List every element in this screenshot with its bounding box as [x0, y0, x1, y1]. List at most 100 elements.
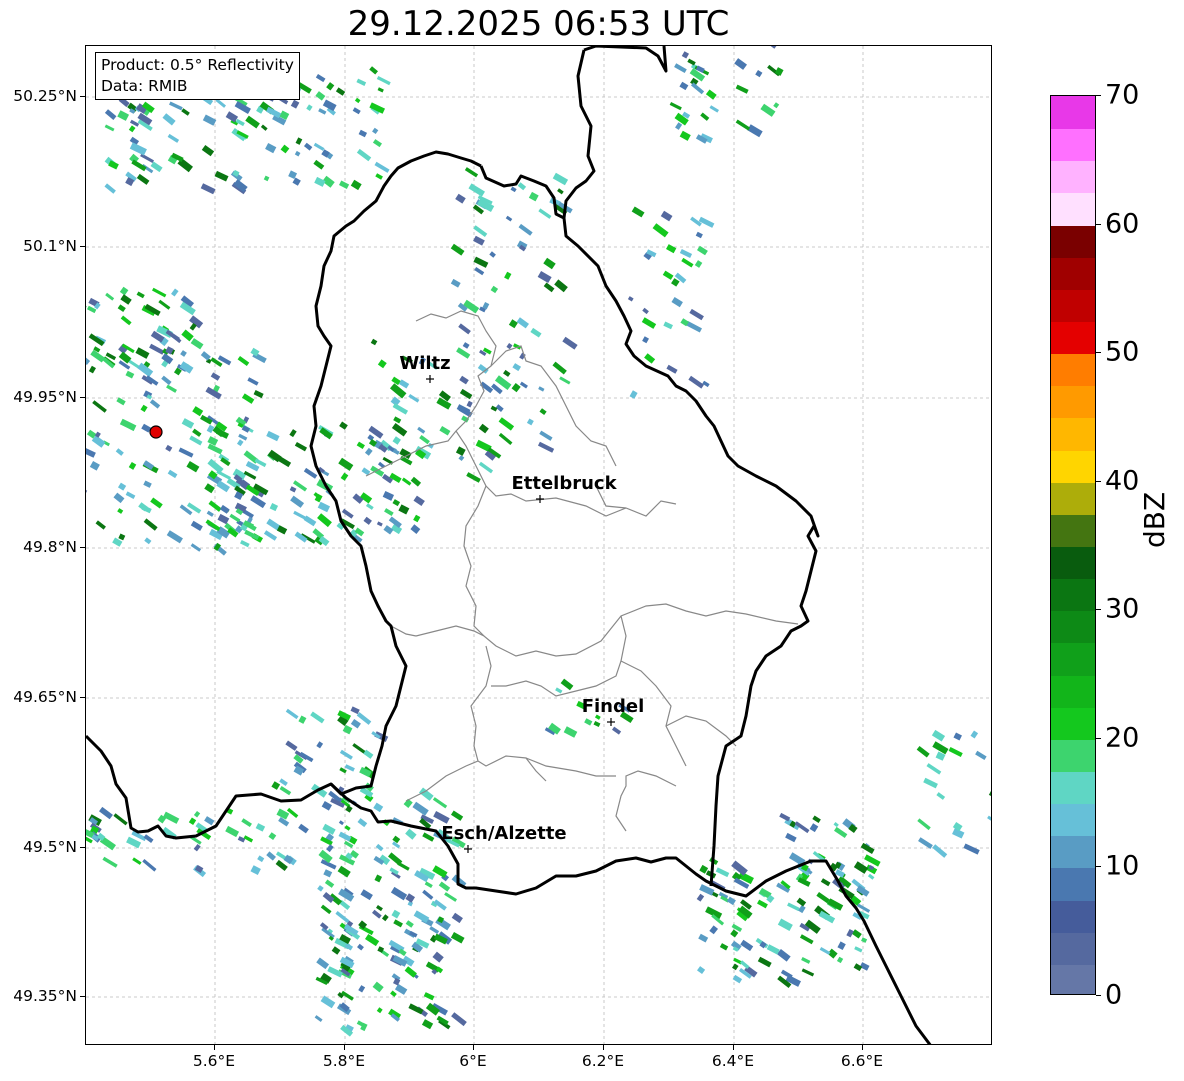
- echo-cell: [150, 497, 163, 509]
- echo-cell: [321, 927, 335, 939]
- echo-cell: [360, 889, 373, 901]
- echo-cell: [662, 270, 674, 280]
- echo-cell: [559, 376, 571, 385]
- echo-cell: [316, 957, 330, 970]
- echo-cell: [342, 724, 353, 735]
- echo-cell: [313, 142, 325, 151]
- echo-cell: [679, 81, 689, 91]
- echo-cell: [537, 441, 555, 453]
- echo-cell: [734, 58, 747, 70]
- echo-cell: [295, 137, 303, 145]
- echo-cell: [593, 721, 601, 728]
- echo-cell: [846, 929, 854, 938]
- echo-cell: [641, 317, 657, 329]
- echo-cell: [294, 441, 308, 452]
- echo-cell: [450, 278, 461, 288]
- echo-cell: [88, 365, 96, 374]
- echo-cell: [113, 813, 128, 826]
- echo-cell: [466, 400, 473, 408]
- echo-cell: [158, 299, 171, 310]
- echo-cell: [335, 910, 350, 924]
- echo-cell: [698, 216, 715, 228]
- echo-cell: [250, 495, 266, 509]
- echo-cell: [690, 82, 705, 95]
- echo-cell: [120, 315, 132, 326]
- radar-map[interactable]: Wiltz Ettelbruck Findel Esch/Alzette Pro…: [85, 45, 992, 1045]
- echo-cell: [142, 859, 157, 872]
- echo-cell: [423, 992, 435, 1001]
- city-labels: Wiltz Ettelbruck Findel Esch/Alzette: [399, 353, 644, 844]
- echo-cell: [161, 375, 172, 386]
- colorbar-tick-label: 20: [1105, 722, 1140, 754]
- colorbar-segment: [1051, 192, 1095, 226]
- echo-cell: [391, 423, 408, 437]
- echo-cell: [451, 912, 463, 924]
- echo-cell: [660, 210, 673, 222]
- echo-cell: [726, 896, 736, 906]
- echo-cell: [422, 889, 434, 900]
- echo-cell: [117, 110, 130, 121]
- echo-cell: [357, 943, 364, 951]
- echo-cell: [503, 369, 511, 377]
- echo-cell: [384, 508, 394, 517]
- echo-cell: [735, 84, 749, 94]
- echo-cell: [970, 730, 979, 739]
- echo-cell: [926, 763, 942, 775]
- echo-cell: [689, 308, 704, 321]
- echo-cell: [337, 865, 351, 878]
- echo-cell: [257, 855, 265, 863]
- echo-cell: [365, 503, 374, 510]
- echo-cell: [417, 426, 426, 434]
- colorbar-unit-label: dBZ: [1138, 491, 1171, 548]
- echo-cell: [444, 892, 458, 902]
- colorbar-tick-label: 70: [1105, 79, 1140, 111]
- echo-cell: [436, 397, 452, 410]
- echo-cell: [755, 69, 763, 78]
- echo-cell: [279, 786, 292, 796]
- echo-cell: [836, 956, 844, 964]
- echo-cell: [313, 159, 325, 170]
- echo-cell: [688, 375, 704, 389]
- echo-cell: [642, 307, 649, 315]
- lat-label: 49.8°N: [23, 538, 77, 556]
- echo-cell: [352, 107, 361, 115]
- echo-cell: [479, 381, 494, 394]
- echo-cell: [424, 881, 433, 889]
- echo-cell: [663, 321, 673, 330]
- echo-cell: [356, 148, 372, 162]
- echo-cell: [425, 1002, 440, 1016]
- echo-cell: [450, 243, 465, 256]
- echo-cell: [458, 323, 471, 335]
- lat-label: 50.1°N: [23, 237, 77, 255]
- echo-cell: [229, 513, 241, 523]
- colorbar-segment: [1051, 288, 1095, 322]
- colorbar-segment: [1051, 128, 1095, 162]
- echo-cell: [537, 271, 552, 284]
- echo-cell: [466, 472, 481, 483]
- echo-cell: [473, 225, 488, 237]
- echo-cell: [140, 153, 154, 164]
- echo-cell: [382, 490, 395, 501]
- echo-cell: [377, 87, 384, 93]
- echo-cell: [456, 347, 471, 359]
- colorbar-segment: [1051, 417, 1095, 451]
- lat-label: 50.25°N: [13, 87, 77, 105]
- echo-cell: [201, 145, 215, 157]
- echo-cell: [376, 76, 391, 86]
- echo-cell: [165, 444, 173, 452]
- echo-cell: [391, 909, 401, 919]
- echo-cell: [412, 801, 429, 816]
- echo-cell: [854, 946, 863, 953]
- echo-cell: [119, 418, 137, 432]
- echo-cell: [143, 834, 154, 843]
- echo-cell: [237, 356, 250, 367]
- echo-cell: [458, 455, 465, 462]
- radar-site-marker[interactable]: [149, 425, 163, 439]
- echo-cell: [125, 370, 135, 379]
- echo-cell: [834, 826, 848, 839]
- echo-cell: [255, 823, 266, 832]
- echo-cell: [853, 963, 863, 972]
- echo-cell: [202, 114, 217, 126]
- echo-cell: [265, 106, 282, 119]
- echo-cell: [468, 183, 485, 197]
